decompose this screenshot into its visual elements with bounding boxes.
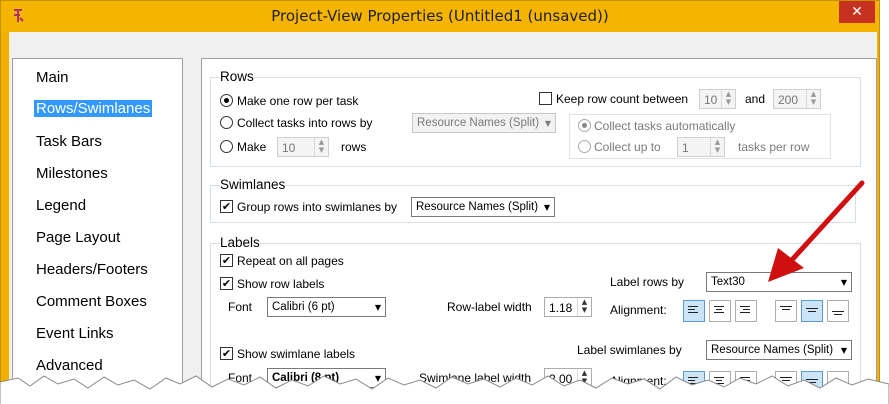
annotation-arrow-overlay	[768, 180, 865, 282]
annotation-arrow-icon	[787, 180, 865, 265]
